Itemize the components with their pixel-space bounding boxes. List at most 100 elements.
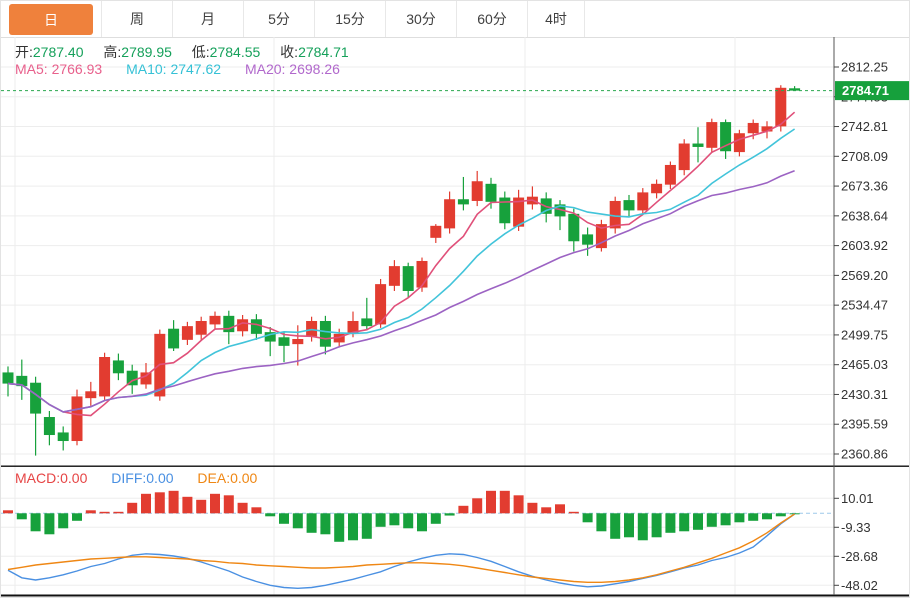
macd-histogram-bar: [389, 513, 399, 525]
candle-body: [403, 266, 414, 291]
bottom-border: [1, 595, 910, 597]
macd-histogram-bar: [376, 513, 386, 526]
macd-legend: MACD:0.00 DIFF:0.00 DEA:0.00: [15, 470, 257, 486]
macd-histogram-bar: [251, 507, 261, 513]
close-value: 2784.71: [298, 44, 349, 60]
macd-histogram-bar: [500, 491, 510, 513]
macd-histogram-bar: [86, 510, 96, 513]
candle-body: [389, 266, 400, 286]
macd-histogram-bar: [541, 507, 551, 513]
macd-histogram-bar: [279, 513, 289, 523]
y-axis-label: 2534.47: [841, 298, 888, 313]
candle-body: [251, 319, 262, 334]
macd-histogram-bar: [348, 513, 358, 540]
macd-histogram-bar: [734, 513, 744, 522]
macd-label: MACD:: [15, 470, 60, 486]
macd-histogram-bar: [721, 513, 731, 525]
dea-line: [8, 514, 795, 582]
y-axis-label: 2742.81: [841, 119, 888, 134]
candle-body: [748, 123, 759, 133]
macd-axis-label: 10.01: [841, 491, 874, 506]
candle-body: [168, 329, 179, 349]
ma-legend: MA5: 2766.93 MA10: 2747.62 MA20: 2698.26: [15, 61, 340, 77]
y-axis-label: 2499.75: [841, 327, 888, 342]
macd-histogram-bar: [431, 513, 441, 523]
macd-histogram-bar: [652, 513, 662, 537]
ma10-value: 2747.62: [170, 61, 221, 77]
candle-body: [44, 417, 55, 435]
candle-body: [72, 396, 83, 441]
macd-histogram-bar: [486, 491, 496, 513]
macd-histogram-bar: [514, 495, 524, 513]
macd-value: 0.00: [60, 470, 87, 486]
macd-histogram-bar: [707, 513, 717, 526]
macd-histogram-bar: [403, 513, 413, 528]
diff-value: 0.00: [146, 470, 173, 486]
macd-histogram-bar: [224, 495, 234, 513]
macd-axis-label: -9.33: [841, 520, 871, 535]
macd-histogram-bar: [472, 498, 482, 513]
ma5-line: [8, 112, 795, 415]
ma10-line: [8, 129, 795, 412]
diff-label: DIFF:: [111, 470, 146, 486]
dea-label: DEA:: [197, 470, 230, 486]
macd-histogram-bar: [569, 512, 579, 513]
y-axis-label: 2708.09: [841, 149, 888, 164]
candle-body: [651, 184, 662, 193]
open-label: 开:: [15, 44, 33, 60]
macd-histogram-bar: [238, 503, 248, 513]
candle-body: [58, 432, 69, 441]
macd-histogram-bar: [334, 513, 344, 541]
candle-body: [734, 133, 745, 152]
high-label: 高:: [103, 44, 121, 60]
macd-histogram-bar: [169, 491, 179, 513]
ma20-value: 2698.26: [289, 61, 340, 77]
macd-histogram-bar: [679, 513, 689, 531]
candle-body: [320, 321, 331, 347]
panel-divider: [1, 466, 910, 467]
macd-histogram-bar: [307, 513, 317, 532]
macd-histogram-bar: [762, 513, 772, 519]
y-axis-label: 2465.03: [841, 357, 888, 372]
candle-body: [210, 316, 221, 325]
macd-histogram-bar: [17, 513, 27, 519]
ohlc-readout: 开:2787.40 高:2789.95 低:2784.55 收:2784.71: [15, 42, 349, 62]
macd-histogram-bar: [293, 513, 303, 528]
close-label: 收:: [280, 44, 298, 60]
candle-body: [141, 372, 152, 384]
dea-value: 0.00: [230, 470, 257, 486]
candle-body: [444, 199, 455, 228]
macd-histogram-bar: [3, 510, 13, 513]
macd-histogram-bar: [320, 513, 330, 534]
candle-body: [472, 181, 483, 201]
macd-histogram-bar: [100, 512, 110, 513]
candle-body: [3, 372, 14, 383]
macd-histogram-bar: [210, 494, 220, 513]
ma5-value: 2766.93: [52, 61, 103, 77]
macd-histogram-bar: [265, 513, 275, 516]
macd-histogram-bar: [638, 513, 648, 540]
ma5-label: MA5:: [15, 61, 48, 77]
ma20-label: MA20:: [245, 61, 285, 77]
macd-histogram-bar: [596, 513, 606, 531]
open-value: 2787.40: [33, 44, 84, 60]
macd-histogram-bar: [44, 513, 54, 534]
macd-histogram-bar: [182, 497, 192, 513]
macd-histogram-bar: [417, 513, 427, 531]
current-price-tag-text: 2784.71: [842, 83, 889, 98]
macd-histogram-bar: [610, 513, 620, 538]
macd-histogram-bar: [458, 506, 468, 513]
candle-body: [99, 357, 110, 396]
candle-body: [637, 192, 648, 210]
macd-histogram-bar: [776, 513, 786, 516]
macd-histogram-bar: [58, 513, 68, 528]
candlestick-macd-chart[interactable]: 2812.252777.532742.812708.092673.362638.…: [1, 1, 910, 598]
macd-histogram-bar: [72, 513, 82, 520]
macd-histogram-bar: [693, 513, 703, 529]
macd-axis-label: -48.02: [841, 578, 878, 593]
y-axis-label: 2395.59: [841, 417, 888, 432]
macd-histogram-bar: [113, 512, 123, 513]
macd-histogram-bar: [527, 503, 537, 513]
ma10-label: MA10:: [126, 61, 166, 77]
candle-body: [706, 122, 717, 148]
